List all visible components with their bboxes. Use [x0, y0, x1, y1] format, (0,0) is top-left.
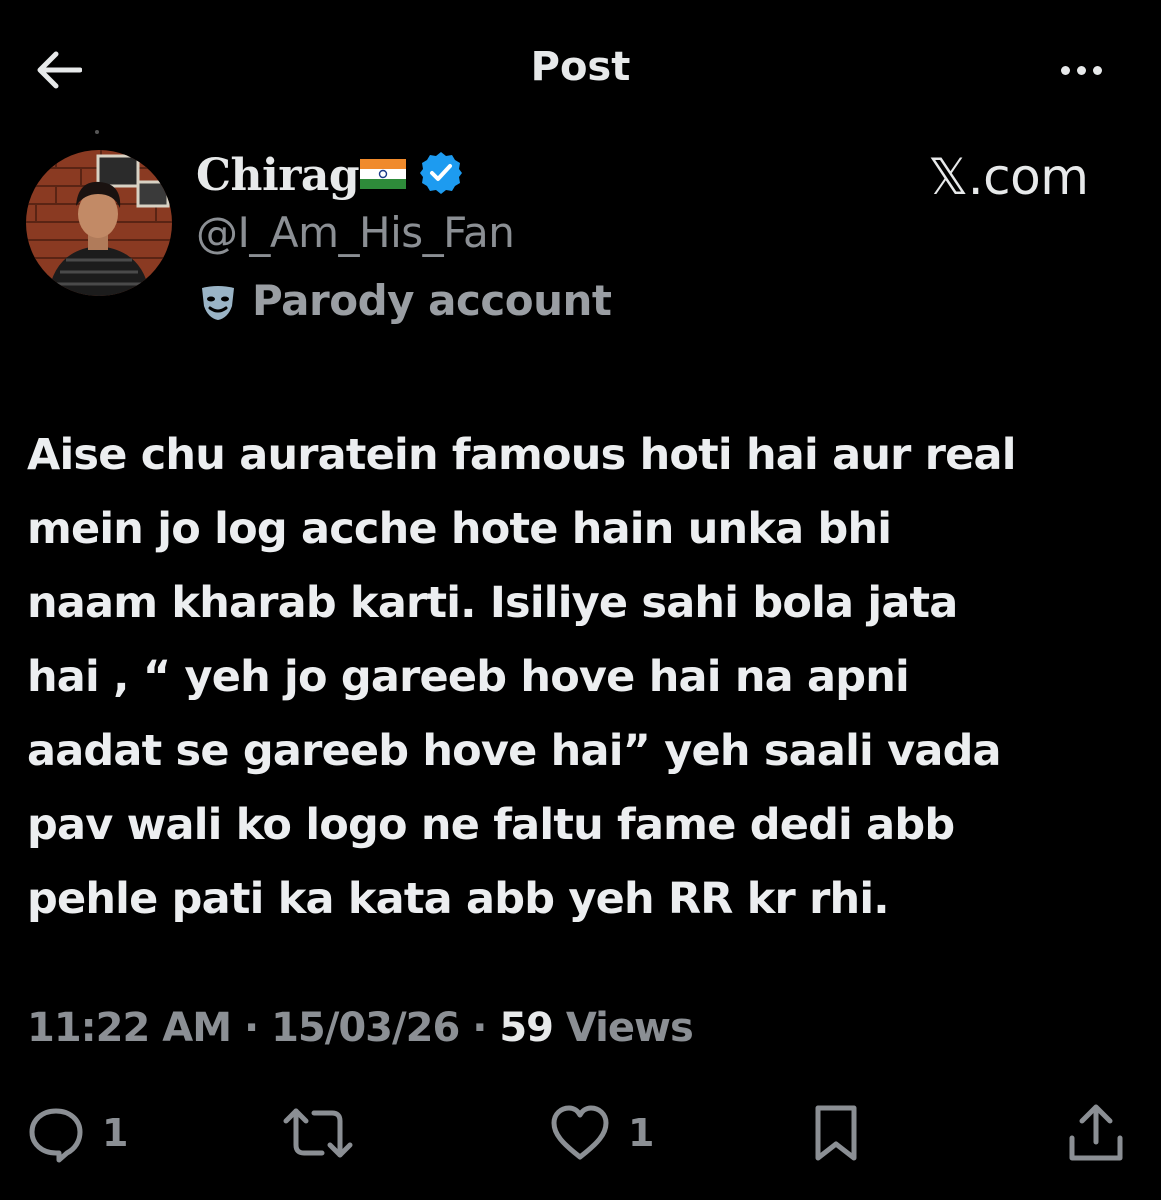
more-horizontal-icon [1060, 65, 1102, 75]
heart-icon [551, 1105, 609, 1160]
author-name[interactable]: Chirag [196, 150, 360, 201]
like-count: 1 [628, 1111, 655, 1155]
post-date[interactable]: 15/03/26 [271, 1005, 460, 1051]
more-options-button[interactable] [1048, 52, 1114, 88]
india-flag-icon [360, 159, 406, 189]
bookmark-icon [815, 1105, 857, 1161]
views-count: 59 [499, 1005, 554, 1051]
like-button[interactable]: 1 [548, 1100, 654, 1166]
meta-separator: · [231, 1005, 272, 1051]
arrow-left-icon [37, 51, 82, 89]
share-icon [1069, 1104, 1123, 1161]
top-bar: Post [0, 0, 1161, 140]
reply-button[interactable]: 1 [26, 1100, 128, 1166]
page-title: Post [530, 44, 631, 90]
post-time[interactable]: 11:22 AM [27, 1005, 232, 1051]
post-meta: 11:22 AM · 15/03/26 · 59 Views [27, 1005, 694, 1051]
bookmark-button[interactable] [808, 1100, 864, 1166]
parody-account-label: Parody account [252, 276, 612, 325]
avatar[interactable] [26, 150, 172, 296]
theater-mask-icon [202, 286, 234, 320]
watermark: 𝕏.com [928, 148, 1089, 206]
post-text: Aise chu auratein famous hoti hai aur re… [27, 430, 1016, 924]
meta-separator: · [459, 1005, 500, 1051]
reply-icon [29, 1108, 83, 1163]
author-handle[interactable]: @I_Am_His_Fan [196, 208, 515, 257]
repost-icon [283, 1108, 353, 1158]
views-label: Views [553, 1005, 694, 1051]
share-button[interactable] [1066, 1100, 1126, 1166]
back-button[interactable] [30, 46, 86, 94]
verified-badge-icon [420, 152, 462, 194]
decorative-dot [95, 130, 99, 134]
repost-button[interactable] [282, 1100, 354, 1166]
reply-count: 1 [102, 1111, 129, 1155]
